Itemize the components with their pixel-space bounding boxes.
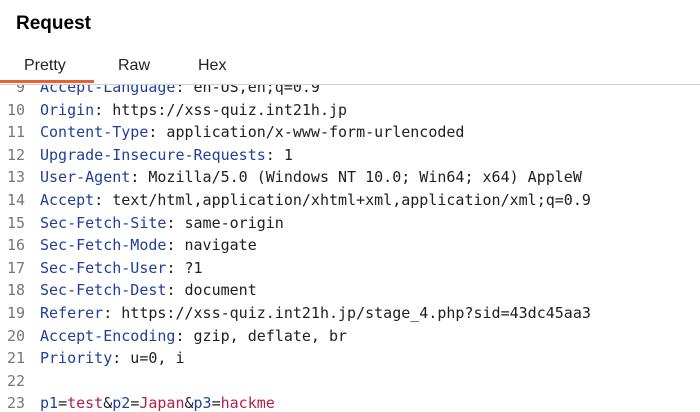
editor-line: 13 User-Agent: Mozilla/5.0 (Windows NT 10… bbox=[0, 166, 700, 189]
line-number: 16 bbox=[6, 236, 25, 255]
header-value: en-US,en;q=0.9 bbox=[184, 85, 320, 96]
param-value: hackme bbox=[220, 394, 275, 412]
header-name: Sec-Fetch-Dest bbox=[40, 281, 167, 300]
header-value: same-origin bbox=[175, 213, 284, 232]
editor-line: 17 Sec-Fetch-User: ?1 bbox=[0, 257, 700, 280]
editor-line: 11 Content-Type: application/x-www-form-u… bbox=[0, 121, 700, 144]
editor-line: 22 bbox=[0, 370, 700, 393]
editor-line: 15 Sec-Fetch-Site: same-origin bbox=[0, 212, 700, 235]
header-name: Sec-Fetch-Site bbox=[40, 213, 167, 232]
body-line: 23 p1=test&p2=Japan&p3=hackme bbox=[0, 392, 700, 412]
header-name: Accept-Language bbox=[40, 85, 176, 96]
line-number: 15 bbox=[6, 213, 25, 232]
header-name: Referer bbox=[40, 304, 104, 322]
header-name: Origin bbox=[40, 100, 95, 119]
line-number: 23 bbox=[6, 394, 25, 412]
request-panel: Request Pretty Raw Hex 9 Accept-Language:… bbox=[0, 0, 700, 412]
header-name: Upgrade-Insecure-Requests bbox=[40, 145, 266, 164]
param-name: p3 bbox=[193, 394, 212, 412]
line-number: 9 bbox=[15, 85, 25, 96]
line-number: 17 bbox=[6, 258, 25, 277]
active-tab-indicator bbox=[0, 80, 94, 83]
header-value: navigate bbox=[175, 236, 257, 255]
tab-raw[interactable]: Raw bbox=[118, 57, 150, 75]
header-value: u=0, i bbox=[121, 349, 185, 368]
header-name: Priority bbox=[40, 349, 113, 368]
header-value: 1 bbox=[274, 145, 293, 164]
tab-hex[interactable]: Hex bbox=[198, 57, 226, 75]
line-number: 12 bbox=[6, 145, 25, 164]
line-number: 13 bbox=[6, 168, 25, 187]
editor-line: 14 Accept: text/html,application/xhtml+xm… bbox=[0, 189, 700, 212]
panel-title: Request bbox=[16, 13, 91, 34]
editor-line: 19 Referer: https://xss-quiz.int21h.jp/st… bbox=[0, 302, 700, 325]
editor-line: 9 Accept-Language: en-US,en;q=0.9 bbox=[0, 85, 700, 99]
line-number: 20 bbox=[6, 326, 25, 345]
param-value: test bbox=[67, 394, 104, 412]
header-name: Content-Type bbox=[40, 123, 149, 142]
request-editor[interactable]: 9 Accept-Language: en-US,en;q=0.9 10 Origi… bbox=[0, 85, 700, 412]
editor-line: 21 Priority: u=0, i bbox=[0, 347, 700, 370]
header-value: Mozilla/5.0 (Windows NT 10.0; Win64; x64… bbox=[139, 168, 582, 187]
editor-line: 20 Accept-Encoding: gzip, deflate, br bbox=[0, 325, 700, 348]
header-value: ?1 bbox=[175, 258, 203, 277]
header-name: User-Agent bbox=[40, 168, 131, 187]
header-value: https://xss-quiz.int21h.jp/stage_4.php?s… bbox=[112, 304, 591, 322]
header-value: text/html,application/xhtml+xml,applicat… bbox=[103, 191, 591, 209]
header-value: document bbox=[175, 281, 257, 300]
editor-line: 12 Upgrade-Insecure-Requests: 1 bbox=[0, 144, 700, 167]
line-number: 21 bbox=[6, 349, 25, 368]
editor-line: 10 Origin: https://xss-quiz.int21h.jp bbox=[0, 99, 700, 122]
header-value: gzip, deflate, br bbox=[184, 326, 348, 345]
line-number: 10 bbox=[6, 100, 25, 119]
header-name: Sec-Fetch-Mode bbox=[40, 236, 167, 255]
header-name: Accept-Encoding bbox=[40, 326, 176, 345]
line-number: 19 bbox=[6, 304, 25, 322]
line-number: 11 bbox=[6, 123, 25, 142]
view-tabs: Pretty Raw Hex bbox=[0, 48, 700, 84]
header-value: application/x-www-form-urlencoded bbox=[157, 123, 465, 142]
editor-line: 18 Sec-Fetch-Dest: document bbox=[0, 279, 700, 302]
line-number: 18 bbox=[6, 281, 25, 300]
line-number: 22 bbox=[6, 371, 25, 390]
header-name: Accept bbox=[40, 191, 95, 209]
header-value: https://xss-quiz.int21h.jp bbox=[103, 100, 348, 119]
param-name: p1 bbox=[40, 394, 59, 412]
tab-pretty[interactable]: Pretty bbox=[24, 57, 66, 75]
line-number: 14 bbox=[6, 191, 25, 209]
param-name: p2 bbox=[112, 394, 131, 412]
param-value: Japan bbox=[139, 394, 185, 412]
editor-line: 16 Sec-Fetch-Mode: navigate bbox=[0, 234, 700, 257]
header-name: Sec-Fetch-User bbox=[40, 258, 167, 277]
